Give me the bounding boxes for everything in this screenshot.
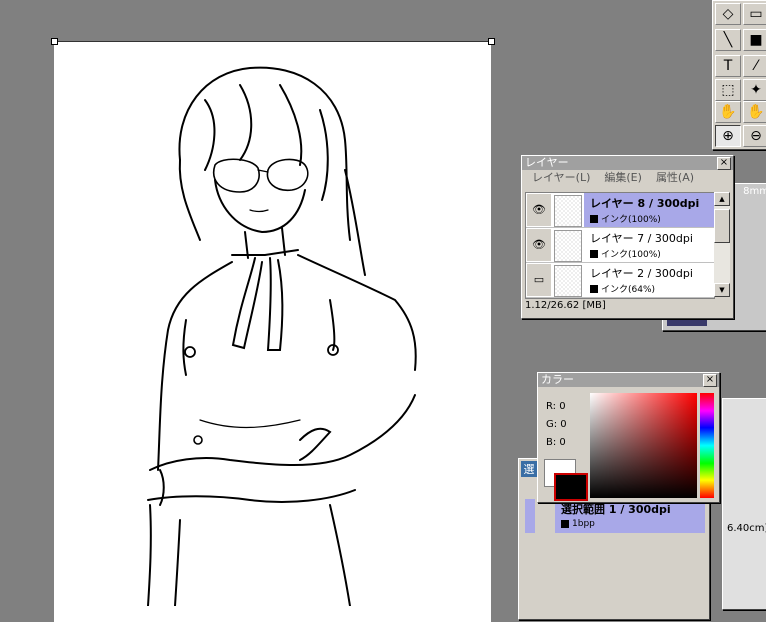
green-value: G: 0 (546, 419, 567, 430)
layer-sub: インク(64%) (590, 282, 655, 295)
layer-window-titlebar[interactable]: レイヤー × (522, 156, 733, 170)
layer-menubar: レイヤー(L) 編集(E) 属性(A) (522, 170, 733, 186)
layer-scrollbar[interactable]: ▲ ▼ (714, 192, 730, 297)
scroll-up-icon[interactable]: ▲ (714, 192, 730, 206)
gradient-icon[interactable]: ▭ (743, 3, 766, 25)
ruler-mm-label: 8mm (743, 186, 766, 197)
layer-row[interactable]: ▭ レイヤー 2 / 300dpi インク(64%) (526, 263, 714, 298)
layer-name: レイヤー 8 / 300dpi (590, 197, 700, 210)
close-icon[interactable]: × (717, 157, 731, 170)
visibility-eye-icon[interactable]: ▭ (527, 264, 551, 296)
bit-swatch (561, 520, 569, 528)
layer-info: レイヤー 2 / 300dpi インク(64%) (584, 263, 714, 297)
layer-thumbnail (554, 265, 582, 297)
ink-color-swatch (590, 214, 598, 223)
layer-info: レイヤー 8 / 300dpi インク(100%) (584, 193, 714, 227)
color-window: カラー × R: 0 G: 0 B: 0 (537, 372, 720, 503)
memory-status: 1.12/26.62 [MB] (525, 300, 606, 311)
ink-color-swatch (590, 284, 598, 293)
zoom-in-icon[interactable]: ⊕ (715, 125, 741, 147)
menu-layer[interactable]: レイヤー(L) (532, 170, 590, 186)
hue-slider[interactable] (700, 393, 714, 498)
menu-edit[interactable]: 編集(E) (604, 170, 642, 186)
color-window-title: カラー (541, 373, 574, 386)
layer-window: レイヤー × レイヤー(L) 編集(E) 属性(A) 👁 レイヤー 8 / 300… (521, 155, 734, 319)
close-icon[interactable]: × (703, 374, 717, 387)
menu-attribute[interactable]: 属性(A) (656, 170, 694, 186)
selection-layer-sub-wrap: 1bpp (561, 519, 595, 529)
background-color-swatch[interactable] (554, 473, 588, 501)
fill-rect-icon[interactable]: ■ (743, 29, 766, 51)
line-icon[interactable]: ╲ (715, 29, 741, 51)
tool-palette: ◇ ▭ ╲ ■ T ⁄ ⬚ ✦ ✋ ✋ ⊕ ⊖ (712, 0, 766, 150)
layer-sub: インク(100%) (590, 212, 661, 225)
info-panel: 6.40cm) (722, 398, 766, 610)
layer-info: レイヤー 7 / 300dpi インク(100%) (584, 228, 714, 262)
marquee-icon[interactable]: ⬚ (715, 79, 741, 101)
color-window-titlebar[interactable]: カラー × (538, 373, 719, 387)
ink-color-swatch (590, 249, 598, 258)
eyedropper-icon[interactable]: ⁄ (743, 55, 766, 77)
wand-icon[interactable]: ✦ (743, 79, 766, 101)
layer-row[interactable]: 👁 レイヤー 7 / 300dpi インク(100%) (526, 228, 714, 263)
ruler-size-text: 6.40cm) (727, 523, 766, 534)
selection-eye-column (525, 499, 535, 533)
saturation-field[interactable] (590, 393, 697, 498)
selection-layer-row[interactable]: 選択範囲 1 / 300dpi 1bpp (555, 499, 705, 533)
layer-row[interactable]: 👁 レイヤー 8 / 300dpi インク(100%) (526, 193, 714, 228)
layer-window-title: レイヤー (525, 156, 569, 169)
layer-ink: インク(100%) (601, 250, 661, 260)
scroll-down-icon[interactable]: ▼ (714, 283, 730, 297)
rotate-hand-icon[interactable]: ✋ (743, 101, 766, 123)
selection-panel-title: 選 (521, 461, 537, 477)
layer-thumbnail (554, 230, 582, 262)
scroll-thumb[interactable] (714, 209, 730, 243)
layer-sub: インク(100%) (590, 247, 661, 260)
visibility-eye-icon[interactable]: 👁 (527, 194, 551, 226)
layer-name: レイヤー 7 / 300dpi (590, 232, 693, 245)
layer-ink: インク(100%) (601, 215, 661, 225)
hand-icon[interactable]: ✋ (715, 101, 741, 123)
eraser-icon[interactable]: ◇ (715, 3, 741, 25)
layer-name: レイヤー 2 / 300dpi (590, 267, 693, 280)
layer-ink: インク(64%) (601, 285, 656, 295)
layer-thumbnail (554, 195, 582, 227)
layer-list: 👁 レイヤー 8 / 300dpi インク(100%) 👁 レイヤー 7 / 300dp… (525, 192, 715, 299)
zoom-out-icon[interactable]: ⊖ (743, 125, 766, 147)
text-icon[interactable]: T (715, 55, 741, 77)
selection-layer-sub: 1bpp (572, 519, 595, 529)
red-value: R: 0 (546, 401, 566, 412)
visibility-eye-icon[interactable]: 👁 (527, 229, 551, 261)
selection-layer-name: 選択範囲 1 / 300dpi (561, 503, 671, 516)
blue-value: B: 0 (546, 437, 566, 448)
